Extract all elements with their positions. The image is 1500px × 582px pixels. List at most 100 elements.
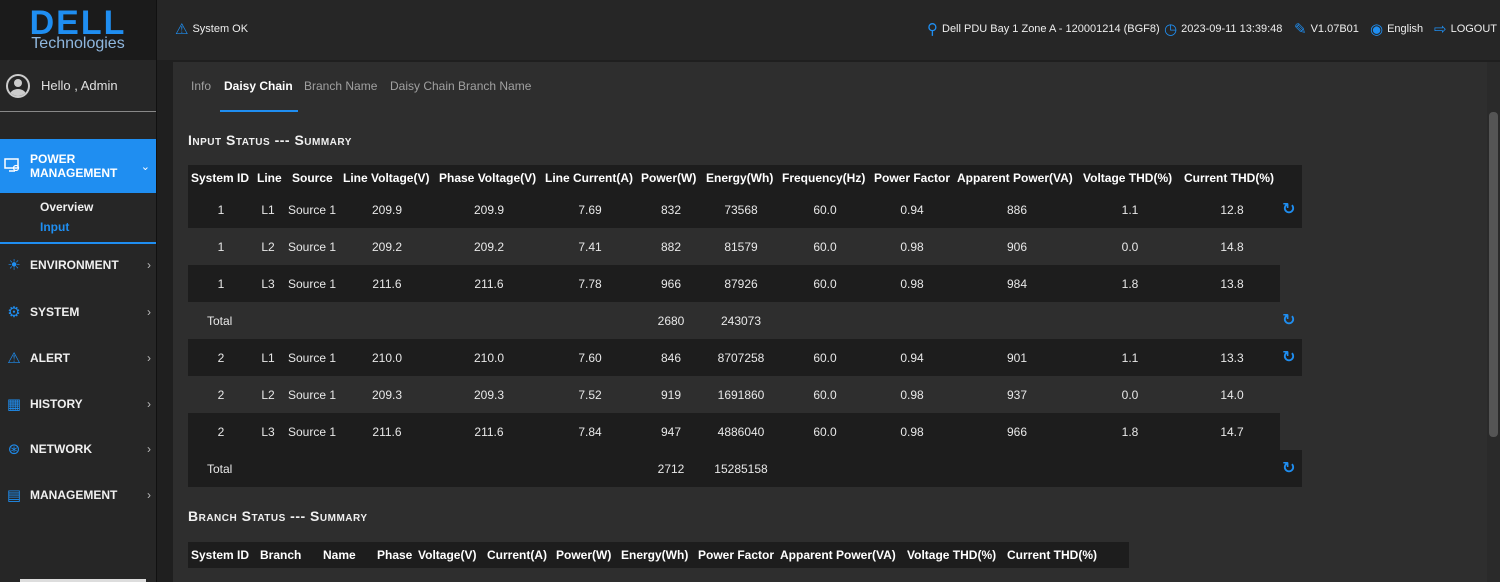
branch-table-header: System ID Branch Name Phase Voltage(V) C… [188,542,1129,568]
device-name: Dell PDU Bay 1 Zone A - 120001214 (BGF8) [942,23,1160,35]
sidebar-item-network[interactable]: ⊛ NETWORK › [0,434,156,464]
cell: 209.2 [473,240,505,254]
sidebar-item-system[interactable]: ⚙ SYSTEM › [0,297,156,327]
cell: 209.9 [371,203,403,217]
cell: 937 [1006,388,1028,402]
user-panel: Hello , Admin [0,60,156,112]
cell: 1 [217,240,225,254]
cell: 0.98 [900,388,924,402]
cell: 906 [1006,240,1028,254]
sidebar-item-label: MANAGEMENT [30,488,118,502]
cell: 209.3 [371,388,403,402]
cell: 7.69 [578,203,602,217]
table-row-total: Total 2680 243073 [188,302,1302,339]
system-status[interactable]: ⚠ System OK [175,20,248,38]
col-header: System ID [191,548,250,562]
tab-info[interactable]: Info [191,79,211,93]
col-header: Line [257,171,282,185]
col-header: Power Factor [874,171,951,185]
chevron-right-icon: › [147,305,151,319]
sidebar-item-label: ALERT [30,351,70,365]
management-icon: ▤ [6,487,22,504]
cell: 2 [217,425,225,439]
scrollbar-thumb[interactable] [1489,112,1498,437]
firmware-version[interactable]: ✎ V1.07B01 [1294,20,1359,38]
calendar-icon: ▦ [6,396,22,413]
top-bar: ⚠ System OK ⚲ Dell PDU Bay 1 Zone A - 12… [157,0,1500,60]
cell: 7.84 [578,425,602,439]
refresh-icon[interactable]: ↻ [1282,199,1295,219]
total-energy: 243073 [720,314,762,328]
cell: 1 [217,203,225,217]
cell: 209.3 [473,388,505,402]
date-time-text: 2023-09-11 13:39:48 [1181,23,1283,35]
table-row: 2 L2 Source 1 209.3 209.3 7.52 919 16918… [188,376,1302,413]
dell-logo[interactable]: DELL Technologies [0,0,156,60]
cell: 1.8 [1121,425,1139,439]
input-table-header: System ID Line Source Line Voltage(V) Ph… [188,165,1302,191]
sidebar-item-label: NETWORK [30,442,92,456]
logo-brand: DELL [29,4,127,42]
sidebar-item-power-management[interactable]: POWER MANAGEMENT ⌄ [0,139,156,193]
cell: 947 [660,425,682,439]
subnav-input[interactable]: Input [40,220,93,240]
cell: 60.0 [813,388,837,402]
sidebar-item-environment[interactable]: ☀ ENVIRONMENT › [0,250,156,280]
gear-icon: ⚙ [7,304,21,321]
cell: 12.8 [1220,203,1244,217]
input-status-title: Input Status --- Summary [188,132,352,148]
cell: 60.0 [813,425,837,439]
sidebar-item-history[interactable]: ▦ HISTORY › [0,389,156,419]
col-header: Power(W) [556,548,612,562]
cell: L3 [261,277,275,291]
col-header: Power(W) [641,171,697,185]
refresh-icon[interactable]: ↻ [1282,458,1295,478]
sidebar: DELL Technologies Hello , Admin POWER MA… [0,0,157,582]
sidebar-item-management[interactable]: ▤ MANAGEMENT › [0,480,156,510]
cell: 886 [1006,203,1028,217]
cell: 2 [217,388,225,402]
globe-icon: ◉ [1370,21,1384,38]
chevron-right-icon: › [147,442,151,456]
col-header: Phase Voltage(V) [439,171,537,185]
device-location[interactable]: ⚲ Dell PDU Bay 1 Zone A - 120001214 (BGF… [927,20,1160,38]
cell: 0.98 [900,240,924,254]
system-status-text: System OK [192,23,249,35]
refresh-icon[interactable]: ↻ [1282,347,1295,367]
tab-branch-name[interactable]: Branch Name [304,79,377,93]
cell: 7.60 [578,351,602,365]
cell: 882 [660,240,682,254]
cell: Source 1 [287,388,337,402]
logout-button[interactable]: ⇨ LOGOUT [1434,20,1497,38]
cell: 846 [660,351,682,365]
total-energy: 15285158 [714,462,768,476]
cell: 13.3 [1220,351,1244,365]
language-selector[interactable]: ◉ English [1370,20,1423,38]
date-time[interactable]: ◷ 2023-09-11 13:39:48 [1164,20,1282,38]
col-header: Phase [377,548,413,562]
cell: L3 [261,425,275,439]
col-header: Voltage THD(%) [1083,171,1173,185]
tab-daisy-chain[interactable]: Daisy Chain [224,79,293,93]
cell: 211.6 [474,277,504,291]
cell: 919 [660,388,682,402]
subnav-overview[interactable]: Overview [40,200,93,220]
cell: 60.0 [813,351,837,365]
cell: 1 [217,277,225,291]
cell: 7.41 [578,240,602,254]
active-tab-indicator [220,110,298,112]
col-header: Frequency(Hz) [782,171,866,185]
chevron-right-icon: › [147,397,151,411]
cell: 7.78 [578,277,602,291]
cell: 60.0 [813,203,837,217]
sidebar-item-alert[interactable]: ⚠ ALERT › [0,343,156,373]
refresh-icon[interactable]: ↻ [1282,310,1295,330]
col-header: Power Factor [698,548,775,562]
tab-daisy-chain-branch-name[interactable]: Daisy Chain Branch Name [390,79,531,93]
cell: 209.9 [473,203,505,217]
cell: 81579 [724,240,758,254]
sidebar-item-label: ENVIRONMENT [30,258,119,272]
cell: 2 [217,351,225,365]
chevron-right-icon: › [147,351,151,365]
table-row: 2 L3 Source 1 211.6 211.6 7.84 947 48860… [188,413,1280,450]
